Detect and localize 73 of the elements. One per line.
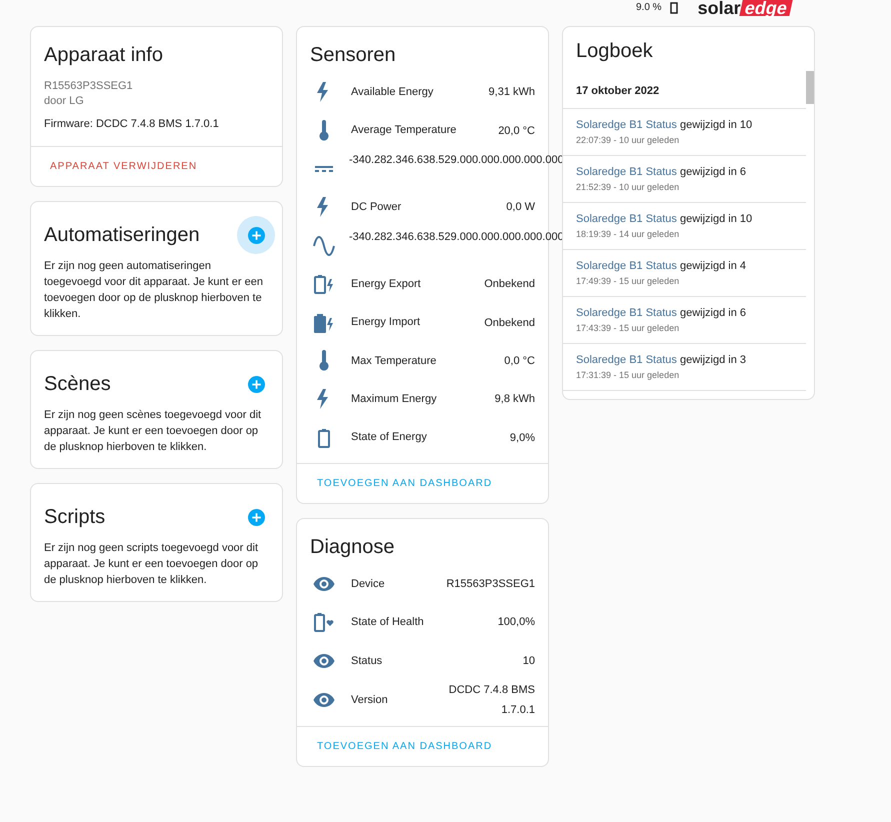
plus-icon xyxy=(248,508,264,526)
log-entry-text: Solaredge B1 Status gewijzigd in 4 xyxy=(576,258,747,274)
card-title: Logboek xyxy=(576,39,654,64)
battery-icon xyxy=(670,2,678,14)
entity-link[interactable]: Solaredge B1 Status xyxy=(576,118,677,130)
entity-value: -340.282.346.638.529.000.000.000.000.000 xyxy=(349,230,564,245)
log-time: 21:52:39 - 10 uur geleden xyxy=(576,180,680,194)
entity-value: -340.282.346.638.529.000.000.000.000.000 xyxy=(349,152,564,168)
entity-link[interactable]: Solaredge B1 Status xyxy=(576,354,677,366)
dc-current-icon xyxy=(315,166,333,172)
brand-logo: solar edge xyxy=(698,0,791,16)
log-entry-text: Solaredge B1 Status gewijzigd in 6 xyxy=(576,306,747,320)
log-time: 18:19:39 - 14 uur geleden xyxy=(576,228,680,240)
entity-name: Energy Import xyxy=(351,315,422,330)
battery-reading: 9.0 % xyxy=(636,2,662,14)
add-to-dashboard-button[interactable]: TOEVOEGEN AAN DASHBOARD xyxy=(307,470,502,497)
entity-value: 9,0% xyxy=(510,430,535,446)
entity-name: Version xyxy=(351,692,389,708)
entity-value: R15563P3SSEG1 xyxy=(446,577,535,592)
entity-link[interactable]: Solaredge B1 Status xyxy=(576,260,677,272)
log-entry-text: Solaredge B1 Status gewijzigd in 6 xyxy=(576,164,747,180)
log-time: 22:07:39 - 10 uur geleden xyxy=(576,134,680,146)
entity-value: Onbekend xyxy=(484,316,535,331)
plus-icon xyxy=(248,376,264,392)
empty-state-text: Er zijn nog geen automatiseringen toegevoegd voor dit apparaat. Je kunt er een toevoegen door op de plusknop hierboven te klikken. xyxy=(44,259,264,322)
delete-device-button[interactable]: APPARAAT VERWIJDEREN xyxy=(41,153,206,180)
entity-value: 10 xyxy=(522,654,535,669)
log-date: 17 oktober 2022 xyxy=(563,75,806,108)
entity-value: DCDC 7.4.8 BMS 1.7.0.1 xyxy=(448,683,535,718)
battery-heart-icon xyxy=(312,610,336,634)
log-entry-text: Solaredge B1 Status gewijzigd in 10 xyxy=(576,118,754,132)
log-time: 17:43:39 - 15 uur geleden xyxy=(576,322,680,334)
card-title: Scripts xyxy=(44,505,106,530)
battery-charging-icon xyxy=(312,272,336,296)
log-time: 17:49:39 - 15 uur geleden xyxy=(576,274,680,288)
entity-name: Device xyxy=(351,576,386,592)
add-to-dashboard-button[interactable]: TOEVOEGEN AAN DASHBOARD xyxy=(307,733,502,760)
entity-name: Average Temperature xyxy=(351,123,458,138)
log-time: 17:31:39 - 15 uur geleden xyxy=(576,368,680,382)
scrollbar-thumb[interactable] xyxy=(806,71,814,104)
plus-icon xyxy=(248,226,264,244)
entity-name: DC Power xyxy=(351,200,402,216)
entity-link[interactable]: Solaredge B1 Status xyxy=(576,306,677,318)
card-title: Sensoren xyxy=(310,43,397,68)
card-title: Apparaat info xyxy=(44,43,164,68)
entity-name: State of Health xyxy=(351,615,425,630)
card-title: Diagnose xyxy=(310,534,396,560)
sine-wave-icon xyxy=(312,234,336,258)
empty-state-text: Er zijn nog geen scènes toegevoegd voor dit apparaat. Je kunt er een toevoegen door op de plusknop hierboven te klikken. xyxy=(44,408,262,455)
manufacturer-text: door LG xyxy=(44,94,85,109)
log-entry-text: Solaredge B1 Status gewijzigd in 10 xyxy=(576,212,754,226)
entity-value: 100,0% xyxy=(498,615,535,630)
device-model: R15563P3SSEG1 xyxy=(44,79,134,94)
entity-value: Onbekend xyxy=(484,277,535,292)
entity-value: 9,8 kWh xyxy=(494,392,535,408)
log-entry-text: Solaredge B1 Status gewijzigd in 3 xyxy=(576,352,747,368)
entity-value: 20,0 °C xyxy=(498,124,535,139)
entity-value: 0,0 °C xyxy=(504,354,535,369)
entity-value: 9,31 kWh xyxy=(488,85,535,100)
entity-link[interactable]: Solaredge B1 Status xyxy=(576,166,677,178)
entity-value: 0,0 W xyxy=(506,200,535,216)
entity-link[interactable]: Solaredge B1 Status xyxy=(576,212,677,224)
entity-name: Status xyxy=(351,654,384,669)
entity-name: Available Energy xyxy=(351,84,434,100)
entity-name: State of Energy xyxy=(351,430,428,446)
add-button[interactable] xyxy=(237,216,275,254)
firmware-text: Firmware: DCDC 7.4.8 BMS 1.7.0.1 xyxy=(44,117,220,132)
entity-name: Energy Export xyxy=(351,276,422,292)
entity-name: Maximum Energy xyxy=(351,392,438,408)
card-title: Automatiseringen xyxy=(44,223,200,248)
entity-name: Max Temperature xyxy=(351,354,438,369)
card-title: Scènes xyxy=(44,372,111,397)
empty-state-text: Er zijn nog geen scripts toegevoegd voor dit apparaat. Je kunt er een toevoegen door op de plusknop hierboven te klikken. xyxy=(44,541,260,588)
